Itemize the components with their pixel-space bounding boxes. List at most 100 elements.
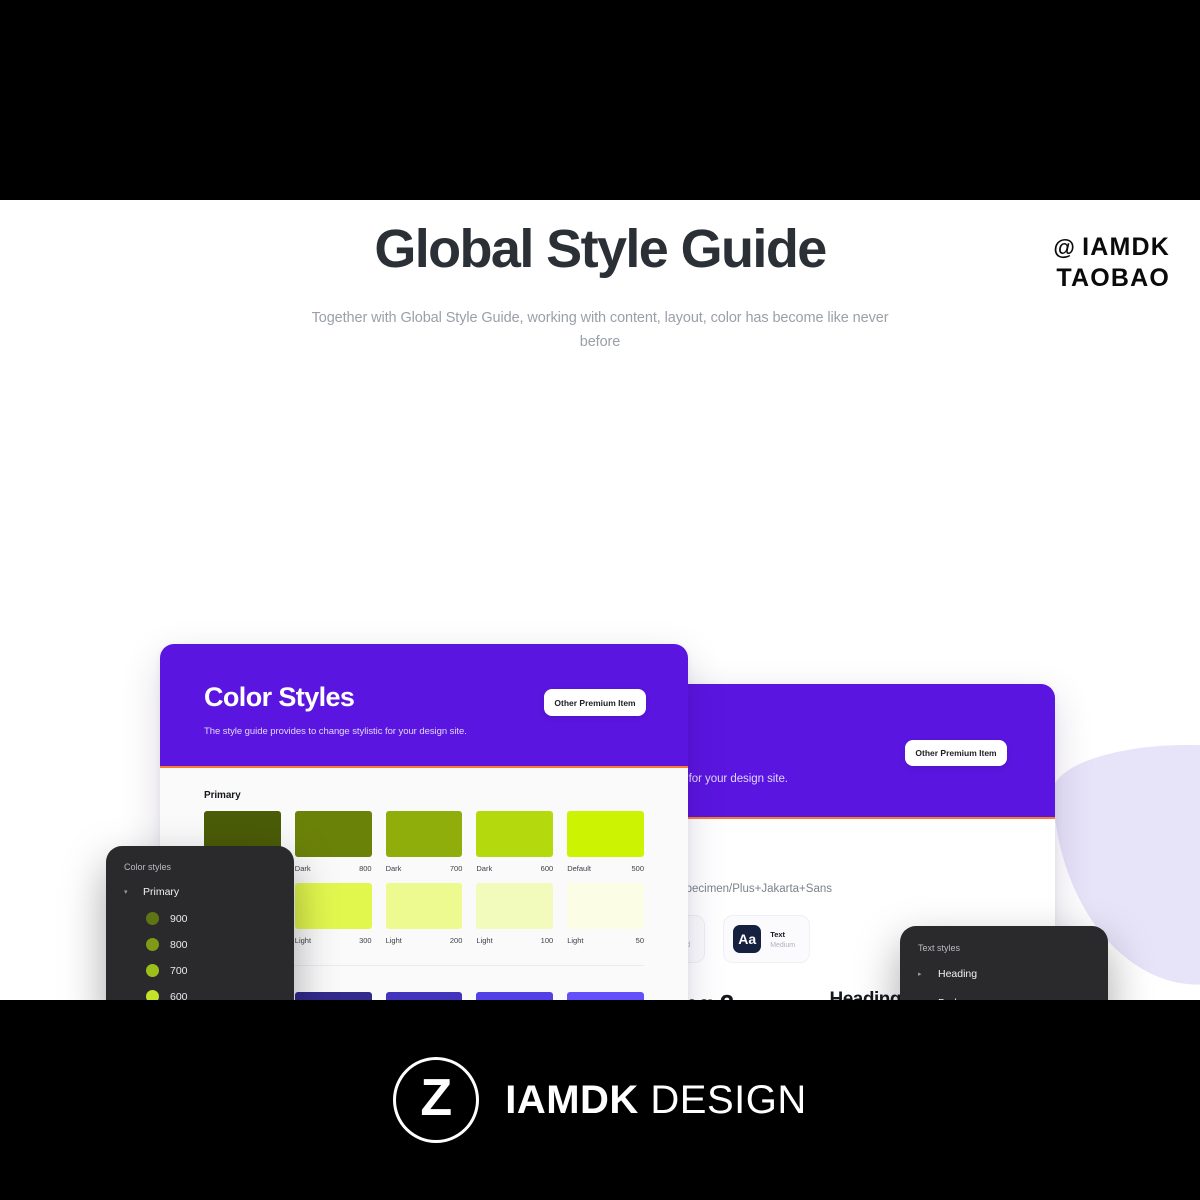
color-styles-card-header: Color Styles The style guide provides to…: [160, 644, 688, 768]
color-token-dot-icon: [146, 964, 159, 977]
color-swatch[interactable]: Dark600: [476, 992, 554, 1000]
color-swatch[interactable]: Light 100: [476, 883, 554, 945]
color-swatch-tone: Light: [294, 936, 312, 945]
color-token-label: 700: [170, 964, 188, 977]
color-swatch[interactable]: Light 50: [567, 883, 644, 945]
tree-node-heading[interactable]: ▸ Heading: [918, 968, 1108, 980]
color-swatch-tone: Light: [385, 936, 402, 945]
text-styles-panel: Text styles ▸ Heading ▾ Body ▾ xxlarge A…: [900, 926, 1108, 1000]
color-swatch[interactable]: Light 200: [385, 883, 463, 945]
color-token-item[interactable]: 700: [146, 964, 284, 977]
color-token-label: 900: [170, 912, 188, 925]
aa-glyph-icon: Aa: [733, 925, 762, 953]
color-token-item[interactable]: 900: [146, 912, 284, 925]
poster-stage: Global Style Guide Together with Global …: [0, 200, 1200, 1000]
font-weight-chip-meta: Text Medium: [770, 930, 795, 949]
tree-node-label: Body: [938, 997, 962, 1000]
tree-node-body[interactable]: ▾ Body: [918, 997, 1108, 1000]
color-token-dot-icon: [146, 990, 159, 1000]
color-swatch-step: 500: [631, 864, 644, 873]
font-weight-chip[interactable]: Aa Text Medium: [723, 915, 811, 963]
color-swatch-step: 200: [449, 936, 463, 945]
color-swatch-tone: Light: [476, 936, 493, 945]
color-styles-panel-title: Color styles: [124, 862, 172, 872]
color-swatch-tone: Light: [567, 936, 584, 945]
tree-node-label: Primary: [143, 886, 180, 898]
color-swatch[interactable]: Dark800: [294, 992, 372, 1000]
color-swatch-step: 300: [359, 936, 372, 945]
color-swatch-step: 700: [449, 864, 463, 873]
color-swatch-tone: Dark: [385, 864, 402, 873]
color-token-label: 600: [170, 990, 188, 1001]
color-token-item[interactable]: 600: [146, 990, 284, 1000]
color-swatch-chip[interactable]: [385, 992, 463, 1000]
color-swatch-meta: Light 300: [295, 936, 372, 945]
color-token-dot-icon: [146, 938, 159, 951]
color-swatch-chip[interactable]: [476, 992, 554, 1000]
color-swatch-step: 50: [635, 936, 644, 945]
color-token-label: 800: [170, 938, 188, 951]
footer-wordmark: IAMDK DESIGN: [505, 1078, 807, 1123]
chevron-down-icon[interactable]: ▾: [124, 888, 134, 896]
color-styles-card-title: Color Styles: [204, 682, 355, 712]
footer-name-light: DESIGN: [650, 1077, 807, 1122]
color-swatch[interactable]: Default 500: [567, 811, 644, 873]
color-swatch-tone: Dark: [476, 864, 493, 873]
color-swatch-meta: Dark 600: [476, 864, 553, 873]
brand-line-1: IAMDK: [1082, 233, 1170, 261]
page-title: Global Style Guide: [374, 219, 827, 279]
color-swatch-chip[interactable]: [567, 992, 644, 1000]
color-token-item[interactable]: 800: [146, 938, 284, 951]
color-swatch-tone: Default: [567, 864, 591, 873]
color-swatch-chip[interactable]: [476, 883, 554, 929]
footer-branding: Z IAMDK DESIGN: [0, 1000, 1200, 1200]
footer-name-bold: IAMDK: [505, 1077, 639, 1122]
color-token-dot-icon: [146, 912, 159, 925]
page-subtitle: Together with Global Style Guide, workin…: [311, 310, 889, 350]
brand-line-2: TAOBAO: [1056, 264, 1170, 292]
color-styles-panel: Color styles ▾ Primary 900800700600500: [106, 846, 294, 1000]
at-icon: @: [1053, 235, 1077, 260]
color-swatch[interactable]: Dark 800: [294, 811, 372, 873]
color-swatch[interactable]: Dark700: [385, 992, 463, 1000]
color-swatch-meta: Light 100: [476, 936, 553, 945]
chevron-down-icon[interactable]: ▾: [918, 999, 928, 1000]
color-swatch-chip[interactable]: [476, 811, 554, 857]
tree-node-primary[interactable]: ▾ Primary: [124, 886, 284, 898]
chevron-right-icon[interactable]: ▸: [918, 970, 928, 978]
color-swatch-meta: Default 500: [567, 864, 644, 873]
tree-node-label: Heading: [938, 968, 978, 980]
color-swatch-step: 600: [540, 864, 554, 873]
color-swatch-chip[interactable]: [567, 811, 644, 857]
text-styles-tree: ▸ Heading ▾ Body ▾ xxlarge Agregular· 24…: [918, 968, 1108, 1000]
color-swatch[interactable]: Dark 600: [476, 811, 554, 873]
color-swatch-meta: Dark 700: [386, 864, 463, 873]
z-logo-icon: Z: [393, 1057, 480, 1143]
typography-premium-button[interactable]: Other Premium Item: [905, 740, 1007, 766]
color-swatch-meta: Light 200: [386, 936, 463, 945]
color-swatch-chip[interactable]: [294, 883, 372, 929]
color-swatch-chip[interactable]: [294, 811, 372, 857]
color-swatch-step: 100: [540, 936, 554, 945]
color-swatch-chip[interactable]: [385, 883, 463, 929]
color-swatch-meta: Light 50: [567, 936, 644, 945]
color-token-list: 900800700600500: [124, 912, 284, 1000]
color-swatch-chip[interactable]: [294, 992, 372, 1000]
brand-watermark: @ IAMDK TAOBAO: [1053, 232, 1170, 293]
color-swatch[interactable]: Dark 700: [385, 811, 463, 873]
color-swatch-chip[interactable]: [385, 811, 463, 857]
font-chip-label: Text: [770, 929, 786, 939]
z-logo-letter: Z: [420, 1069, 453, 1127]
color-swatch-chip[interactable]: [567, 883, 644, 929]
color-swatch-step: 800: [359, 864, 372, 873]
font-chip-weight: Medium: [770, 941, 796, 949]
color-swatch[interactable]: Default500: [567, 992, 644, 1000]
color-swatch[interactable]: Light 300: [294, 883, 372, 945]
color-styles-card-description: The style guide provides to change styli…: [204, 726, 467, 737]
text-styles-panel-title: Text styles: [918, 943, 961, 953]
color-styles-tree: ▾ Primary 900800700600500: [124, 886, 284, 1000]
color-swatch-meta: Dark 800: [295, 864, 372, 873]
swatch-group-label-primary: Primary: [204, 790, 241, 801]
color-premium-button[interactable]: Other Premium Item: [544, 689, 646, 716]
color-swatch-tone: Dark: [294, 864, 311, 873]
